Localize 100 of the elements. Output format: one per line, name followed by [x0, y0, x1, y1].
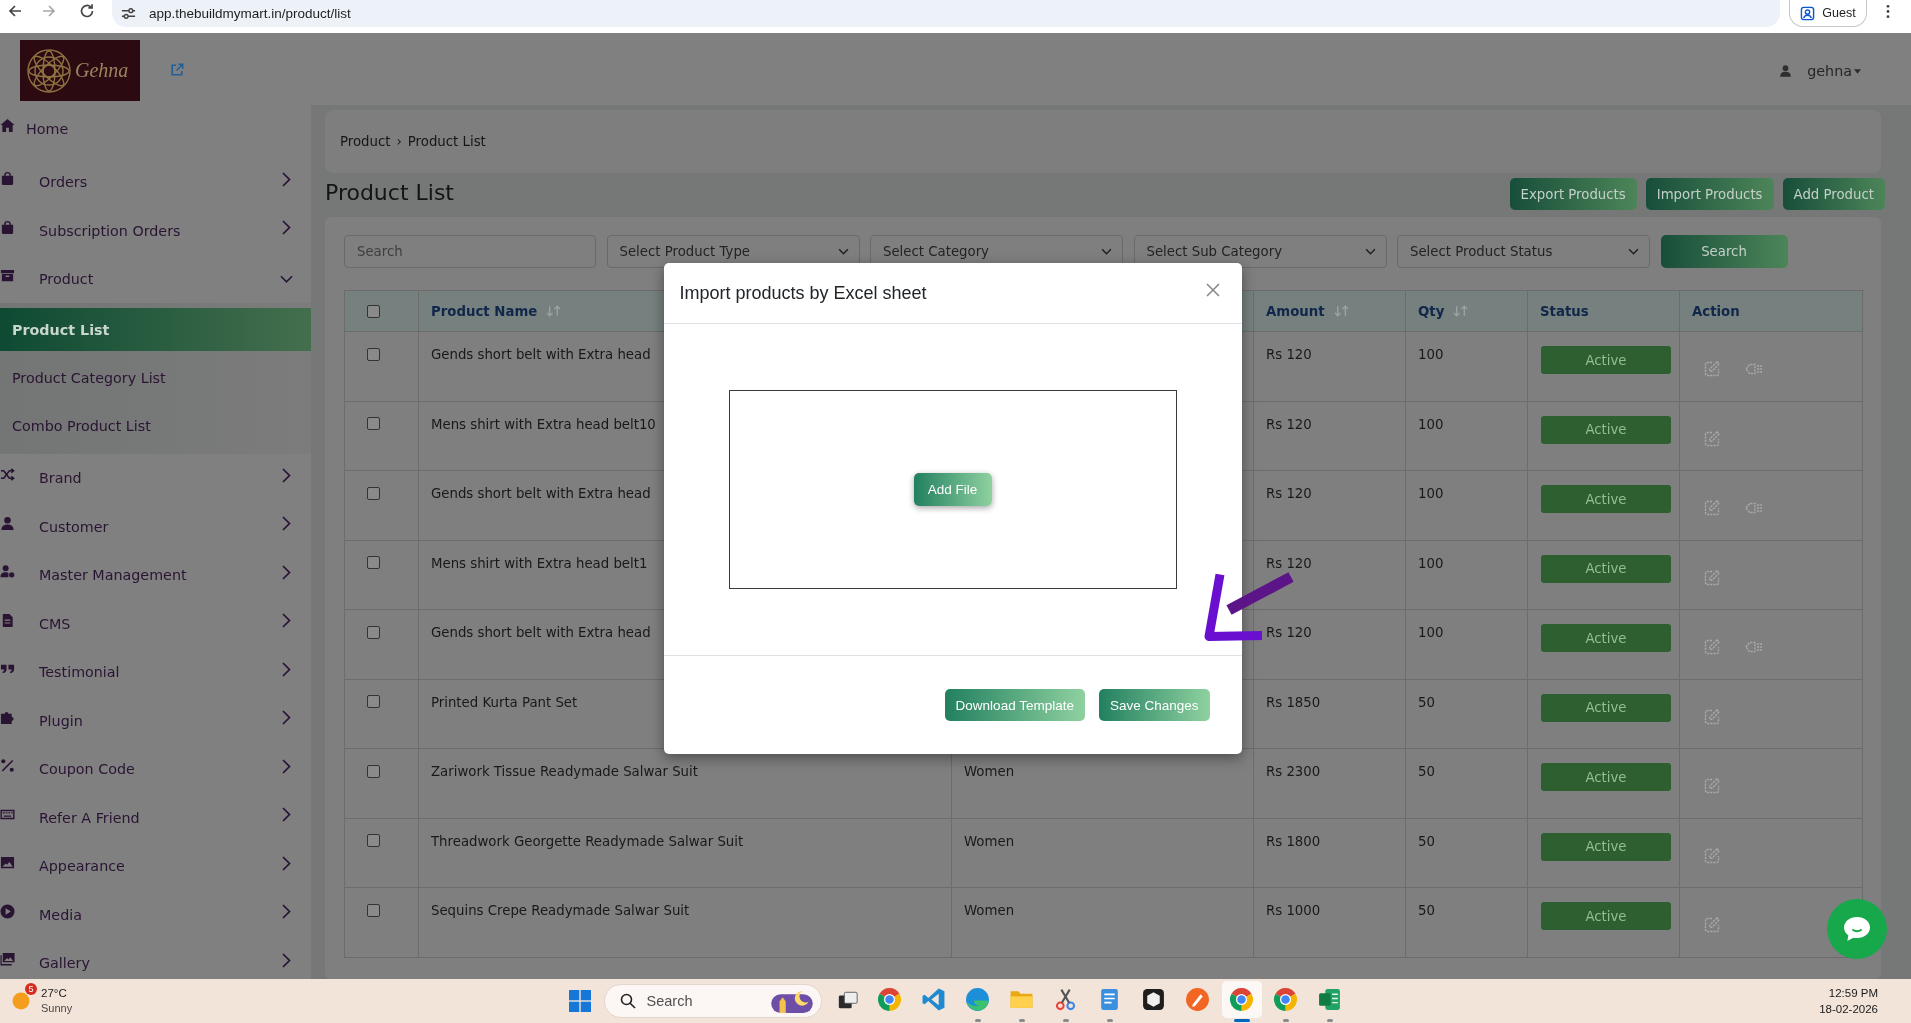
quantity: 100 — [1418, 347, 1444, 362]
checkbox[interactable] — [367, 417, 380, 430]
user-menu[interactable]: gehna — [1779, 62, 1861, 80]
sidebar-item[interactable]: Orders — [0, 166, 293, 198]
back-arrow-icon[interactable] — [7, 3, 23, 19]
sidebar-item[interactable]: Home — [0, 113, 293, 145]
column-header: Status — [1540, 303, 1589, 319]
dialog-title: Import products by Excel sheet — [679, 282, 927, 304]
checkbox[interactable] — [367, 834, 380, 847]
product-name: Mens shirt with Extra head belt1 — [431, 555, 648, 571]
sidebar-item[interactable]: Appearance — [0, 850, 293, 882]
sun-icon[interactable] — [11, 991, 31, 1011]
sidebar-item[interactable]: CMS — [0, 607, 293, 640]
quantity: 50 — [1418, 694, 1435, 710]
column-header[interactable]: Product Name — [431, 303, 563, 319]
sidebar-item[interactable]: Testimonial — [0, 656, 293, 688]
product-name: Zariwork Tissue Readymade Salwar Suit — [431, 764, 698, 779]
checkbox[interactable] — [367, 625, 380, 639]
product-name: Mens shirt with Extra head belt10 — [431, 416, 656, 432]
column-header: Action — [1692, 303, 1740, 319]
category: Women — [964, 903, 1015, 918]
clock-time: 12:59 PM — [1828, 986, 1878, 1001]
sidebar-item[interactable]: Subscription Orders — [0, 214, 293, 247]
sidebar-item[interactable]: Customer — [0, 510, 293, 543]
add-file-button[interactable]: Add File — [913, 473, 992, 506]
checkbox[interactable] — [367, 347, 380, 361]
shopping-bag-icon — [0, 219, 15, 235]
checkbox[interactable] — [367, 304, 380, 318]
sidebar-item[interactable]: Product — [0, 263, 293, 295]
reload-icon[interactable] — [79, 3, 95, 19]
search-field[interactable]: Search — [344, 235, 596, 268]
checkbox[interactable] — [367, 556, 380, 569]
page-title: Product List — [325, 179, 454, 205]
more-menu-icon[interactable] — [1886, 4, 1890, 19]
document-icon — [0, 612, 15, 628]
sidebar-item[interactable]: Brand — [0, 462, 293, 494]
product-name: Printed Kurta Pant Set — [431, 694, 578, 710]
import-products-button[interactable]: Import Products — [1645, 178, 1774, 210]
site-settings-icon[interactable] — [121, 6, 136, 21]
speech-bubble-icon — [1843, 916, 1871, 942]
shopping-bag-icon — [0, 171, 15, 186]
amount: Rs 1800 — [1266, 833, 1321, 849]
sidebar-item[interactable]: Master Management — [0, 559, 293, 591]
product-name: Gends short belt with Extra head — [431, 347, 651, 362]
puzzle-icon — [0, 709, 15, 725]
select-dropdown[interactable]: Select Product Status — [1397, 235, 1650, 268]
status-badge: Active — [1541, 485, 1671, 513]
temperature: 27°C — [41, 986, 68, 1001]
amount: Rs 120 — [1266, 555, 1312, 571]
amount: Rs 120 — [1266, 347, 1312, 362]
add-product-button[interactable]: Add Product — [1782, 178, 1885, 210]
person-icon — [1779, 64, 1793, 78]
file-drop-area[interactable]: Add File — [728, 390, 1177, 589]
taskbar-search-field[interactable]: Search — [603, 984, 822, 1018]
address-bar[interactable]: app.thebuildmymart.in/product/list — [112, 0, 1780, 27]
cube-icon — [1141, 986, 1166, 1012]
clock-date: 18-02-2026 — [1819, 1002, 1878, 1017]
checkbox[interactable] — [367, 764, 380, 778]
profile-button[interactable]: Guest — [1789, 0, 1867, 27]
person-icon — [0, 515, 15, 531]
logo-text: Gehna — [75, 59, 129, 82]
logo[interactable]: Gehna — [20, 40, 140, 101]
status-badge: Active — [1541, 346, 1671, 374]
download-template-button[interactable]: Download Template — [944, 689, 1085, 721]
search-button[interactable]: Search — [1660, 235, 1788, 268]
status-badge: Active — [1541, 415, 1671, 444]
submenu-item[interactable]: Product List — [0, 308, 311, 351]
sidebar-item[interactable]: Refer A Friend — [0, 801, 293, 834]
spreadsheet-icon — [1317, 986, 1342, 1012]
amount: Rs 120 — [1266, 486, 1312, 501]
sidebar-item[interactable]: Plugin — [0, 704, 293, 737]
close-icon[interactable] — [1205, 283, 1220, 297]
scissors-icon — [1053, 986, 1078, 1012]
category: Women — [964, 833, 1015, 849]
sidebar-item[interactable]: Coupon Code — [0, 753, 293, 785]
product-name: Sequins Crepe Readymade Salwar Suit — [431, 903, 690, 918]
checkbox[interactable] — [367, 903, 380, 917]
amount: Rs 120 — [1266, 625, 1312, 640]
export-products-button[interactable]: Export Products — [1509, 178, 1637, 210]
status-badge: Active — [1541, 832, 1671, 861]
submenu-item[interactable]: Product Category List — [0, 356, 311, 399]
column-header[interactable]: Qty — [1418, 303, 1470, 319]
checkbox[interactable] — [367, 486, 380, 500]
sidebar-item[interactable]: Media — [0, 898, 293, 931]
image-icon — [0, 855, 15, 870]
checkbox[interactable] — [367, 695, 380, 708]
chevron-down-icon — [1101, 248, 1112, 255]
windows-start-icon[interactable] — [568, 990, 591, 1012]
column-header[interactable]: Amount — [1266, 303, 1350, 319]
submenu-item[interactable]: Combo Product List — [0, 404, 311, 447]
select-dropdown[interactable]: Select Sub Category — [1133, 235, 1387, 268]
quantity: 100 — [1418, 625, 1444, 640]
sidebar-item[interactable]: Gallery — [0, 947, 293, 979]
home-icon — [0, 118, 15, 133]
save-changes-button[interactable]: Save Changes — [1098, 689, 1210, 721]
breadcrumb-item: Product List — [407, 134, 486, 149]
breadcrumb-item[interactable]: Product — [340, 134, 391, 149]
caret-down-icon — [1854, 68, 1861, 74]
product-name: Threadwork Georgette Readymade Salwar Suit — [431, 833, 744, 849]
amount: Rs 1850 — [1266, 694, 1321, 710]
